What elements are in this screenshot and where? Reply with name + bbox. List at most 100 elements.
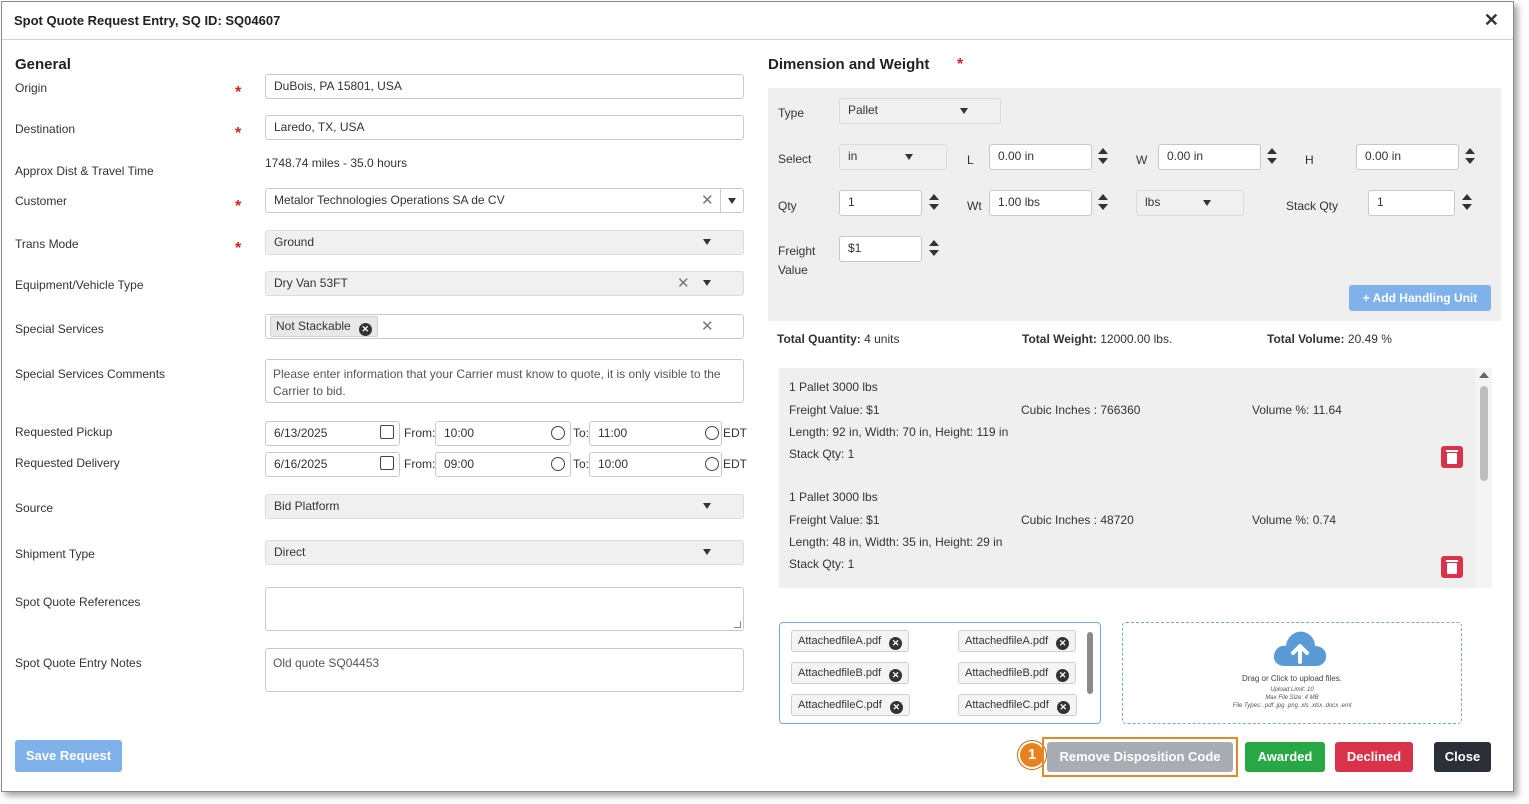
clock-icon[interactable] (705, 426, 719, 440)
attachment-chip: AttachedfileB.pdf ✕ (791, 662, 910, 684)
origin-input[interactable]: DuBois, PA 15801, USA (265, 74, 744, 99)
chevron-down-icon[interactable] (960, 108, 968, 114)
freight-label: Freight (778, 244, 816, 258)
destination-label: Destination (15, 122, 76, 136)
stack-qty-label: Stack Qty (1286, 199, 1339, 213)
remove-attachment-icon[interactable]: ✕ (1056, 669, 1070, 682)
unit-2-freight: Freight Value: $1 (789, 513, 880, 527)
notes-textarea[interactable]: Old quote SQ04453 (265, 648, 744, 692)
type-select[interactable]: Pallet (839, 98, 1001, 124)
pickup-to-input[interactable]: 11:00 (589, 421, 722, 446)
spot-quote-dialog: Spot Quote Request Entry, SQ ID: SQ04607… (1, 1, 1514, 792)
weight-unit-value: lbs (1145, 195, 1161, 209)
upload-max-size: Max File Size: 4 MB (1265, 695, 1319, 701)
attachment-chip: AttachedfileA.pdf ✕ (791, 630, 910, 652)
weight-input[interactable]: 1.00 lbs (989, 190, 1092, 216)
attachment-chip: AttachedfileC.pdf ✕ (958, 694, 1077, 716)
clear-equipment-icon[interactable]: ✕ (677, 276, 690, 291)
save-request-button[interactable]: Save Request (15, 740, 122, 772)
references-textarea[interactable] (265, 587, 744, 631)
equipment-label: Equipment/Vehicle Type (15, 278, 144, 292)
delivery-to-input[interactable]: 10:00 (589, 452, 722, 477)
remove-attachment-icon[interactable]: ✕ (1056, 637, 1070, 650)
remove-tag-icon[interactable]: ✕ (358, 323, 372, 336)
stack-qty-input[interactable]: 1 (1368, 190, 1455, 216)
scrollbar[interactable] (1476, 368, 1492, 588)
total-volume: Total Volume: 20.49 % (1267, 332, 1392, 346)
total-quantity-value: 4 units (864, 332, 900, 346)
clear-services-icon[interactable]: ✕ (701, 319, 714, 334)
scroll-up-icon[interactable] (1479, 372, 1489, 378)
calendar-icon[interactable] (380, 456, 394, 470)
chevron-down-icon[interactable] (703, 503, 711, 509)
chevron-down-icon[interactable] (703, 239, 711, 245)
total-weight-value: 12000.00 lbs. (1100, 332, 1173, 346)
customer-value: Metalor Technologies Operations SA de CV (274, 193, 505, 207)
remove-attachment-icon[interactable]: ✕ (889, 669, 903, 682)
special-services-input[interactable]: Not Stackable ✕ (265, 314, 744, 339)
unit-1-volume: Volume %: 11.64 (1252, 403, 1342, 417)
add-handling-unit-button[interactable]: + Add Handling Unit (1349, 285, 1491, 311)
total-volume-label: Total Volume: (1267, 332, 1345, 346)
trans-mode-select[interactable]: Ground (265, 230, 744, 255)
clock-icon[interactable] (551, 457, 565, 471)
unit-select-value: in (848, 149, 858, 163)
calendar-icon[interactable] (380, 425, 394, 439)
chevron-down-icon[interactable] (728, 198, 736, 204)
dialog-title: Spot Quote Request Entry, SQ ID: SQ04607 (14, 13, 281, 28)
equipment-select[interactable]: Dry Van 53FT (265, 271, 744, 296)
type-value: Pallet (848, 103, 879, 117)
width-input[interactable]: 0.00 in (1158, 144, 1261, 170)
dist-label: Approx Dist & Travel Time (15, 164, 154, 178)
qty-label: Qty (778, 199, 797, 213)
source-select[interactable]: Bid Platform (265, 494, 744, 519)
delivery-label: Requested Delivery (15, 456, 120, 470)
qty-input[interactable]: 1 (839, 190, 922, 216)
trans-mode-label: Trans Mode (15, 237, 79, 251)
close-button[interactable]: Close (1434, 742, 1491, 772)
unit-select[interactable]: in (839, 144, 947, 170)
customer-select[interactable]: Metalor Technologies Operations SA de CV (265, 188, 744, 213)
remove-attachment-icon[interactable]: ✕ (889, 701, 903, 714)
attachment-name: AttachedfileC.pdf (965, 699, 1049, 711)
declined-button[interactable]: Declined (1335, 742, 1413, 772)
close-icon[interactable]: ✕ (1484, 10, 1499, 31)
attachment-name: AttachedfileC.pdf (798, 699, 882, 711)
chevron-down-icon[interactable] (703, 280, 711, 286)
remove-disposition-code-button[interactable]: Remove Disposition Code (1047, 742, 1233, 772)
comments-textarea[interactable]: Please enter information that your Carri… (265, 359, 744, 403)
freight-value-input[interactable]: $1 (839, 236, 922, 262)
scroll-thumb[interactable] (1480, 386, 1488, 481)
customer-label: Customer (15, 194, 68, 208)
attachments-scroll-thumb[interactable] (1087, 632, 1093, 694)
awarded-button[interactable]: Awarded (1245, 742, 1325, 772)
unit-1-freight: Freight Value: $1 (789, 403, 880, 417)
delete-unit-2-trash-icon[interactable] (1441, 556, 1463, 578)
clear-customer-icon[interactable]: ✕ (701, 193, 714, 208)
unit-1-dims: Length: 92 in, Width: 70 in, Height: 119… (789, 425, 1009, 439)
attachment-chip: AttachedfileA.pdf ✕ (958, 630, 1077, 652)
chevron-down-icon[interactable] (905, 154, 913, 160)
remove-attachment-icon[interactable]: ✕ (1056, 701, 1070, 714)
weight-unit-select[interactable]: lbs (1136, 190, 1244, 216)
delivery-tz: EDT (723, 457, 747, 471)
resize-grip[interactable] (734, 621, 741, 628)
upload-limit: Upload Limit: 10 (1270, 687, 1314, 693)
attachment-chip: AttachedfileC.pdf ✕ (791, 694, 910, 716)
service-tag: Not Stackable ✕ (270, 316, 378, 337)
clock-icon[interactable] (551, 426, 565, 440)
type-label: Type (778, 106, 805, 120)
delete-unit-1-trash-icon[interactable] (1441, 446, 1463, 468)
shipment-type-select[interactable]: Direct (265, 540, 744, 565)
chevron-down-icon[interactable] (1203, 200, 1211, 206)
destination-input[interactable]: Laredo, TX, USA (265, 115, 744, 140)
chevron-down-icon[interactable] (703, 549, 711, 555)
height-input[interactable]: 0.00 in (1356, 144, 1459, 170)
remove-attachment-icon[interactable]: ✕ (889, 637, 903, 650)
height-label: H (1305, 153, 1314, 167)
shipment-type-label: Shipment Type (15, 547, 95, 561)
length-input[interactable]: 0.00 in (989, 144, 1092, 170)
clock-icon[interactable] (705, 457, 719, 471)
source-value: Bid Platform (274, 499, 340, 513)
unit-2-dims: Length: 48 in, Width: 35 in, Height: 29 … (789, 535, 1003, 549)
